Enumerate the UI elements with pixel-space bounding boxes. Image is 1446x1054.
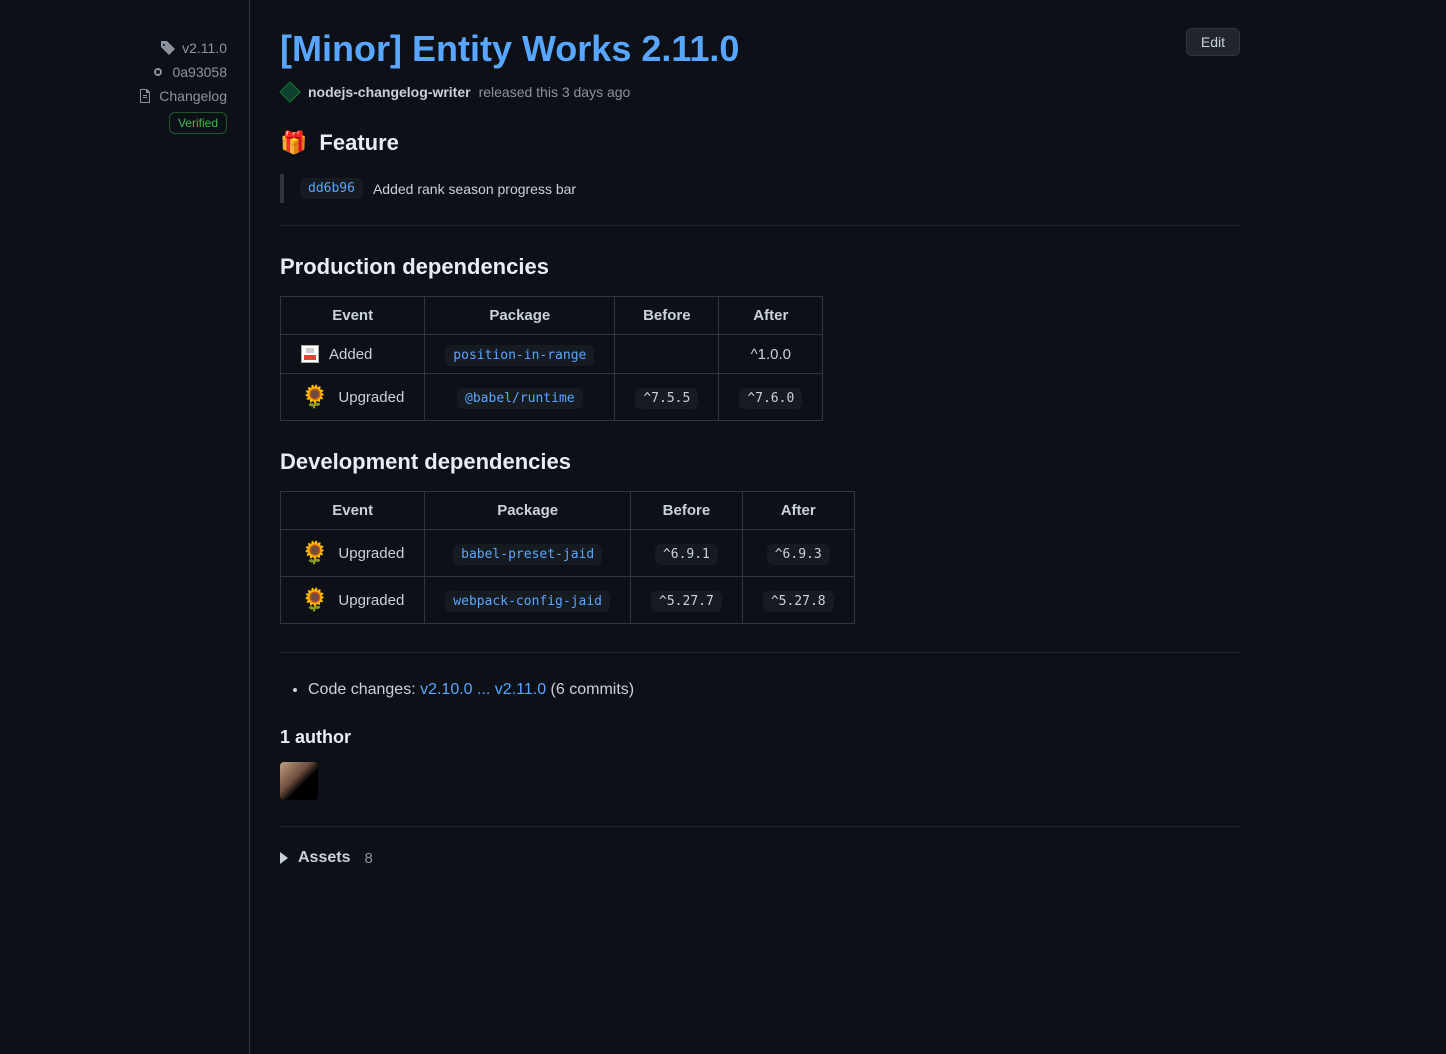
changes-suffix: (6 commits) — [546, 681, 634, 698]
event-label: Upgraded — [338, 545, 404, 562]
feature-heading-label: Feature — [319, 130, 398, 156]
tag-label: v2.11.0 — [182, 40, 227, 56]
before-version: ^5.27.7 — [651, 591, 722, 612]
package-name[interactable]: babel-preset-jaid — [453, 544, 602, 565]
divider — [280, 225, 1240, 226]
package-name[interactable]: webpack-config-jaid — [445, 591, 610, 612]
col-after: After — [742, 492, 854, 530]
feature-commit-hash[interactable]: dd6b96 — [300, 178, 363, 199]
before-cell — [615, 335, 719, 374]
after-version: ^5.27.8 — [763, 591, 834, 612]
sunflower-icon: 🌻 — [301, 384, 328, 410]
dev-deps-table: Event Package Before After 🌻 Upgraded bab… — [280, 491, 855, 624]
notes-list: Code changes: v2.10.0 ... v2.11.0 (6 com… — [280, 681, 1240, 699]
commit-hash: 0a93058 — [172, 64, 227, 80]
file-icon — [137, 88, 153, 104]
edit-button[interactable]: Edit — [1186, 28, 1240, 56]
event-label: Upgraded — [338, 592, 404, 609]
col-package: Package — [425, 492, 631, 530]
col-before: Before — [615, 297, 719, 335]
package-name[interactable]: @babel/runtime — [457, 388, 583, 409]
author-count-heading: 1 author — [280, 727, 1240, 748]
feature-heading: 🎁 Feature — [280, 130, 1240, 156]
tag-row[interactable]: v2.11.0 — [0, 36, 249, 60]
changelog-label: Changelog — [159, 88, 227, 104]
col-after: After — [719, 297, 823, 335]
gift-icon: 🎁 — [280, 130, 307, 156]
list-item: Code changes: v2.10.0 ... v2.11.0 (6 com… — [308, 681, 1240, 699]
after-cell: ^1.0.0 — [719, 335, 823, 374]
author-avatar-icon — [279, 81, 300, 102]
changelog-row[interactable]: Changelog — [0, 84, 249, 108]
assets-count: 8 — [364, 850, 372, 867]
before-version: ^7.5.5 — [635, 388, 698, 409]
feature-description: Added rank season progress bar — [373, 181, 576, 197]
feature-item: dd6b96 Added rank season progress bar — [280, 174, 1240, 203]
release-main: [Minor] Entity Works 2.11.0 Edit nodejs-… — [250, 0, 1270, 1054]
table-row: Added position-in-range ^1.0.0 — [281, 335, 823, 374]
table-row: 🌻 Upgraded @babel/runtime ^7.5.5 ^7.6.0 — [281, 374, 823, 421]
release-sidebar: v2.11.0 0a93058 Changelog Verified — [0, 0, 250, 1054]
triangle-right-icon — [280, 852, 288, 864]
table-row: 🌻 Upgraded webpack-config-jaid ^5.27.7 ^5… — [281, 577, 855, 624]
col-event: Event — [281, 492, 425, 530]
divider — [280, 652, 1240, 653]
assets-label: Assets — [298, 849, 350, 867]
col-event: Event — [281, 297, 425, 335]
changes-prefix: Code changes: — [308, 681, 420, 698]
assets-toggle[interactable]: Assets 8 — [280, 826, 1240, 867]
floppy-icon — [301, 345, 319, 363]
verified-badge[interactable]: Verified — [169, 112, 227, 134]
release-meta: nodejs-changelog-writer released this 3 … — [280, 82, 1240, 102]
col-package: Package — [425, 297, 615, 335]
col-before: Before — [631, 492, 743, 530]
dev-deps-heading: Development dependencies — [280, 449, 1240, 475]
release-title[interactable]: [Minor] Entity Works 2.11.0 — [280, 28, 739, 70]
author-avatar[interactable] — [280, 762, 318, 800]
prod-deps-table: Event Package Before After Added positio… — [280, 296, 823, 421]
author-name[interactable]: nodejs-changelog-writer — [308, 84, 471, 100]
after-version: ^6.9.3 — [767, 544, 830, 565]
released-text: released this 3 days ago — [479, 84, 631, 100]
tag-icon — [160, 40, 176, 56]
after-version: ^7.6.0 — [739, 388, 802, 409]
event-label: Upgraded — [338, 389, 404, 406]
sunflower-icon: 🌻 — [301, 540, 328, 566]
event-label: Added — [329, 346, 372, 363]
commit-icon — [150, 64, 166, 80]
table-row: 🌻 Upgraded babel-preset-jaid ^6.9.1 ^6.9.… — [281, 530, 855, 577]
package-name[interactable]: position-in-range — [445, 345, 594, 366]
prod-deps-heading: Production dependencies — [280, 254, 1240, 280]
commit-row[interactable]: 0a93058 — [0, 60, 249, 84]
before-version: ^6.9.1 — [655, 544, 718, 565]
sunflower-icon: 🌻 — [301, 587, 328, 613]
changes-link[interactable]: v2.10.0 ... v2.11.0 — [420, 681, 546, 698]
